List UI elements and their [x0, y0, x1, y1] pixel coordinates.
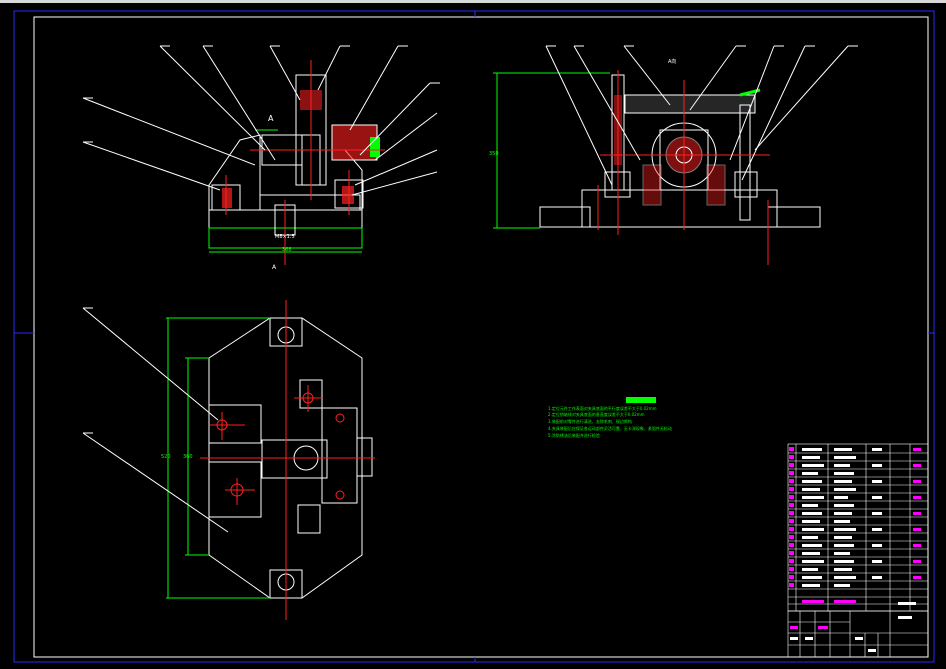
front-dim-width: 368 [282, 247, 292, 253]
side-view[interactable]: 350 A向 [489, 45, 858, 265]
note-line-5: 5.涂防锈油后装配并进行检验 [548, 432, 600, 438]
side-view-label: A向 [668, 58, 676, 65]
note-line-4: 4.夹具装配后应保证各运动部件灵活可靠，无卡滞现象，紧固件无松动 [548, 425, 672, 431]
plan-view-leaders [82, 307, 229, 533]
side-view-leaders [545, 45, 858, 186]
front-dim-label: M8×1.5 [275, 234, 295, 240]
title-block-text-marks [790, 602, 916, 652]
technical-notes: 技术要求 1.定位元件工作表面对夹具底面的平行度误差不大于0.02mm 2.定位… [548, 396, 672, 438]
plan-dim-height: 520 [161, 454, 171, 460]
plan-dim-inner: 360 [183, 454, 193, 460]
front-view-leaders [82, 45, 440, 196]
note-line-2: 2.定位销轴线对夹具底面的垂直度误差不大于0.02mm [548, 411, 645, 417]
cad-drawing-canvas[interactable]: A A M8×1.5 368 350 A向 520 360 1.定位元件工作表面… [0, 0, 946, 669]
section-marker-2: A [272, 264, 277, 271]
side-dim-height: 350 [489, 151, 499, 157]
title-block[interactable] [787, 602, 929, 658]
note-line-3: 3.装配前对零件进行清洗，去除毛刺、锐边倒钝 [548, 418, 632, 424]
section-marker: A [268, 114, 274, 123]
note-line-1: 1.定位元件工作表面对夹具底面的平行度误差不大于0.02mm [548, 405, 657, 411]
plan-view[interactable]: 520 360 [82, 300, 375, 620]
parts-list-table[interactable] [787, 443, 929, 612]
front-view[interactable]: A A M8×1.5 368 [82, 45, 440, 271]
